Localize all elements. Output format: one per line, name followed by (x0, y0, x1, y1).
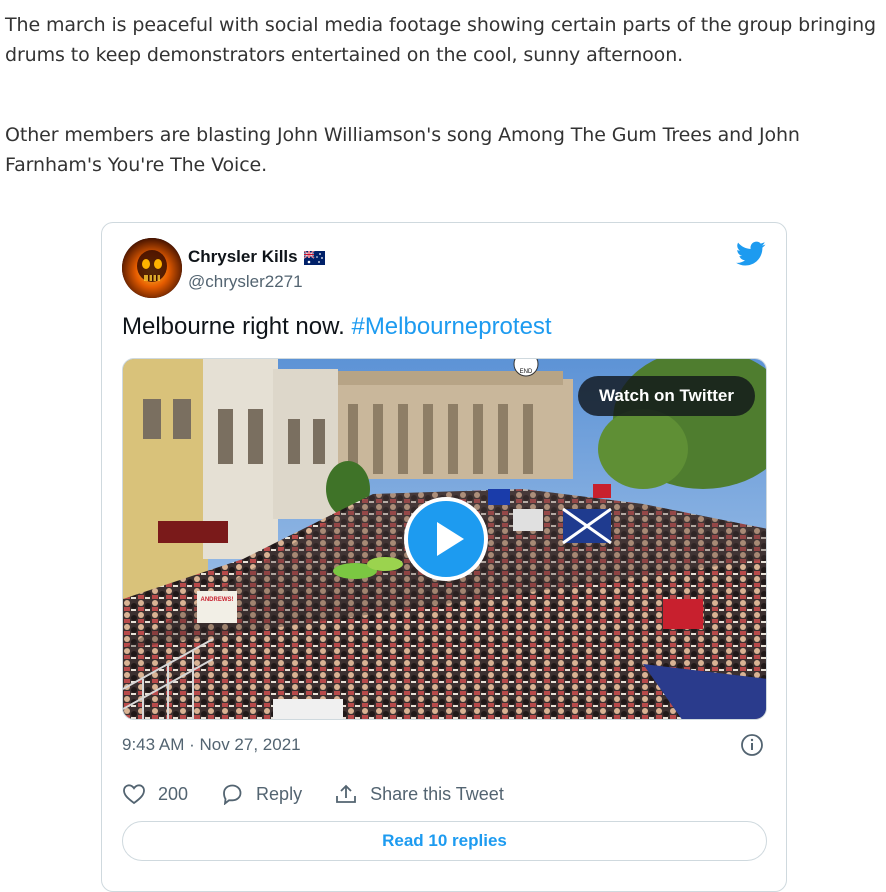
reply-icon (223, 784, 242, 805)
article-paragraph: The march is peaceful with social media … (5, 14, 877, 66)
like-count: 200 (158, 783, 189, 804)
twitter-bird-icon[interactable] (736, 241, 766, 267)
video-player[interactable]: ANDREWS! END Watch on Twitter (122, 358, 767, 720)
play-button[interactable] (404, 497, 488, 581)
tweet-actions: 200 Reply Share this Tweet (122, 783, 536, 805)
hashtag-link[interactable]: #Melbourneprotest (351, 313, 551, 340)
tweet-timestamp[interactable]: 9:43 AM · Nov 27, 2021 (122, 735, 301, 755)
author-name[interactable]: Chrysler Kills (188, 247, 325, 267)
end-sign-text: END (520, 369, 533, 375)
author-handle[interactable]: @chrysler2271 (188, 272, 303, 292)
like-button[interactable]: 200 (122, 783, 188, 805)
play-icon (404, 497, 488, 581)
protest-sign-text: ANDREWS! (201, 597, 234, 603)
read-replies-button[interactable]: Read 10 replies (122, 821, 767, 861)
avatar[interactable] (122, 238, 182, 298)
share-button[interactable]: Share this Tweet (334, 783, 504, 805)
author-name-label[interactable]: Chrysler Kills (188, 247, 298, 267)
heart-icon (123, 784, 145, 805)
watch-on-twitter-button[interactable]: Watch on Twitter (577, 376, 755, 416)
share-icon (336, 784, 356, 803)
embedded-tweet[interactable]: Chrysler Kills @chrysler2271 Melbourne r… (101, 222, 787, 892)
info-icon[interactable] (740, 733, 764, 757)
article-paragraph: Other members are blasting John Williams… (5, 124, 800, 176)
reply-label: Reply (256, 783, 303, 804)
tweet-body: Melbourne right now. (122, 313, 345, 340)
share-label: Share this Tweet (370, 783, 504, 804)
reply-button[interactable]: Reply (220, 783, 302, 805)
tweet-text: Melbourne right now. #Melbourneprotest (122, 313, 552, 341)
australia-flag-icon (303, 250, 325, 265)
